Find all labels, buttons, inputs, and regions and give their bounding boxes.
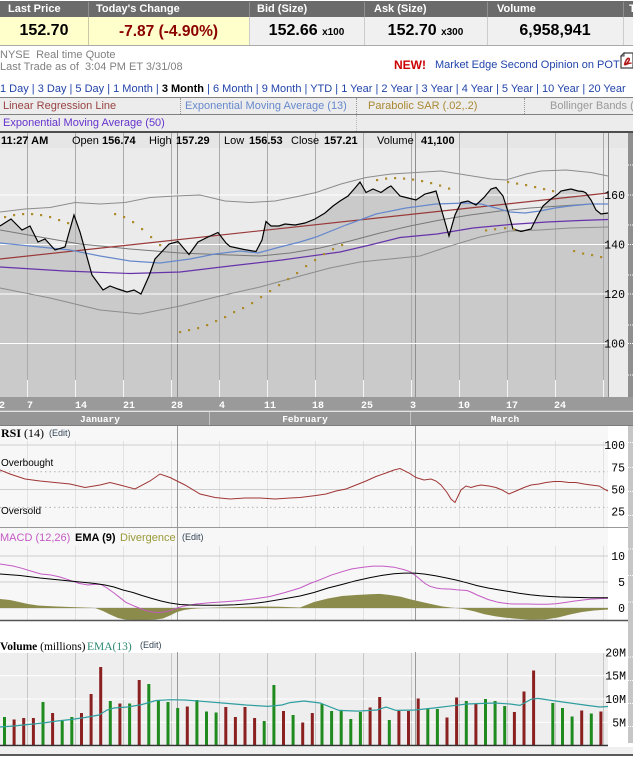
svg-text:Divergence: Divergence [120, 532, 176, 544]
svg-text:7: 7 [27, 401, 33, 412]
svg-text:160: 160 [604, 190, 625, 203]
svg-text:February: February [282, 414, 328, 425]
svg-text:EMA (9): EMA (9) [75, 532, 116, 544]
svg-text:March: March [491, 414, 520, 425]
svg-text:50: 50 [611, 485, 625, 498]
svg-text:156.53: 156.53 [249, 135, 283, 147]
svg-text:2: 2 [0, 401, 5, 412]
svg-text:120: 120 [604, 289, 625, 302]
svg-text:Overbought: Overbought [1, 458, 53, 469]
svg-text:Oversold: Oversold [1, 506, 41, 517]
svg-text:Low: Low [224, 135, 244, 147]
svg-text:RSI (14): RSI (14) [1, 426, 44, 440]
svg-text:Volume: Volume [377, 135, 414, 147]
svg-text:28: 28 [171, 401, 183, 412]
svg-text:25: 25 [611, 507, 625, 520]
svg-text:75: 75 [611, 462, 625, 475]
svg-text:10: 10 [611, 551, 625, 564]
svg-text:140: 140 [604, 240, 625, 253]
svg-text:25: 25 [361, 401, 373, 412]
svg-text:15M: 15M [605, 671, 626, 684]
svg-text:(Edit): (Edit) [49, 428, 71, 438]
svg-text:January: January [80, 414, 120, 425]
svg-text:MACD (12,26): MACD (12,26) [0, 532, 70, 544]
svg-text:5: 5 [618, 577, 625, 590]
svg-text:5M: 5M [612, 717, 626, 730]
svg-text:20M: 20M [605, 648, 626, 661]
svg-text:4: 4 [219, 401, 225, 412]
svg-text:11:27 AM: 11:27 AM [1, 135, 48, 147]
svg-text:100: 100 [604, 440, 625, 453]
svg-text:Close: Close [291, 135, 319, 147]
svg-text:(Edit): (Edit) [182, 532, 204, 542]
svg-text:(Edit): (Edit) [140, 640, 162, 650]
svg-text:EMA(13): EMA(13) [87, 641, 132, 653]
svg-text:11: 11 [264, 401, 276, 412]
svg-text:21: 21 [123, 401, 135, 412]
svg-text:157.21: 157.21 [324, 135, 358, 147]
svg-text:41,100: 41,100 [421, 135, 455, 147]
svg-text:157.29: 157.29 [176, 135, 210, 147]
svg-text:Open: Open [72, 135, 99, 147]
svg-text:Volume (millions): Volume (millions) [0, 641, 86, 653]
svg-text:3: 3 [410, 401, 416, 412]
svg-text:17: 17 [506, 401, 518, 412]
svg-text:10: 10 [458, 401, 470, 412]
svg-text:24: 24 [554, 401, 566, 412]
svg-text:100: 100 [604, 339, 625, 352]
svg-text:High: High [149, 135, 172, 147]
svg-text:18: 18 [312, 401, 324, 412]
svg-text:14: 14 [75, 401, 87, 412]
svg-text:10M: 10M [605, 694, 626, 707]
svg-text:0: 0 [618, 603, 625, 616]
svg-text:156.74: 156.74 [102, 135, 137, 147]
